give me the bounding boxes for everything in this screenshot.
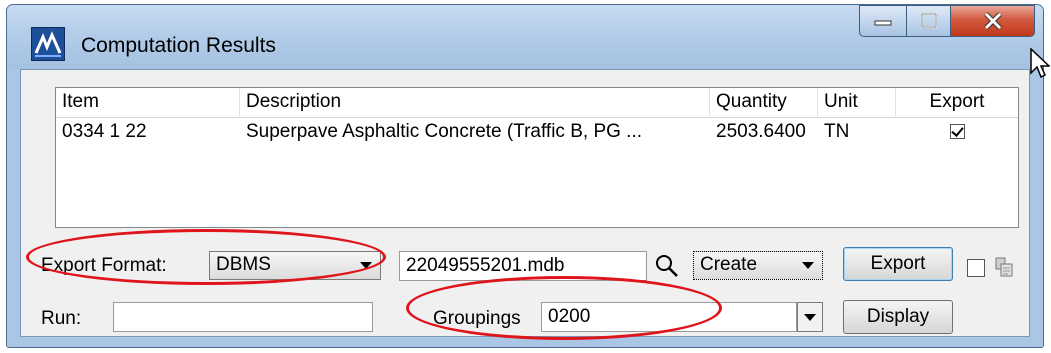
tool-icon[interactable]: [993, 256, 1017, 280]
close-button[interactable]: [951, 5, 1035, 37]
cell-export: [896, 118, 1018, 146]
groupings-dropdown-button[interactable]: [797, 302, 823, 332]
run-label: Run:: [41, 308, 82, 329]
search-icon[interactable]: [654, 253, 682, 281]
minimize-button[interactable]: [859, 5, 907, 37]
display-button[interactable]: Display: [843, 300, 953, 334]
window-controls: [859, 5, 1035, 39]
cell-quantity: 2503.6400: [716, 121, 806, 142]
list-header: Item Description Quantity Unit Export: [56, 88, 1018, 118]
run-input[interactable]: [113, 302, 373, 332]
cell-item: 0334 1 22: [62, 121, 147, 142]
export-format-dropdown[interactable]: DBMS: [209, 251, 381, 280]
export-file-input[interactable]: 22049555201.mdb: [399, 251, 647, 281]
title-bar[interactable]: Computation Results: [7, 5, 1043, 69]
groupings-input[interactable]: 0200: [541, 302, 797, 332]
cell-description: Superpave Asphaltic Concrete (Traffic B,…: [246, 121, 643, 142]
export-format-value: DBMS: [216, 254, 271, 275]
column-unit[interactable]: Unit: [818, 88, 896, 116]
maximize-button[interactable]: [907, 5, 951, 37]
export-checkbox[interactable]: [949, 124, 965, 140]
chevron-down-icon: [360, 262, 372, 269]
groupings-label: Groupings: [433, 308, 521, 329]
dialog-client-area: Item Description Quantity Unit Export 03…: [20, 69, 1030, 337]
minimize-icon: [874, 20, 892, 26]
chevron-down-icon: [804, 314, 816, 321]
column-quantity[interactable]: Quantity: [710, 88, 818, 116]
column-item[interactable]: Item: [56, 88, 240, 116]
close-icon: [983, 12, 1002, 30]
export-button[interactable]: Export: [843, 247, 953, 281]
export-mode-dropdown[interactable]: Create: [693, 251, 823, 280]
column-description[interactable]: Description: [240, 88, 710, 116]
table-row[interactable]: 0334 1 22 Superpave Asphaltic Concrete (…: [56, 118, 1018, 146]
window-title: Computation Results: [81, 34, 276, 57]
app-logo-icon: [31, 27, 65, 61]
maximize-icon: [920, 13, 937, 28]
mouse-cursor-icon: [1030, 47, 1051, 82]
computation-results-window: Computation Results Item Description Qua…: [6, 4, 1044, 348]
export-option-checkbox[interactable]: [967, 259, 985, 277]
export-format-label: Export Format:: [41, 255, 167, 276]
chevron-down-icon: [802, 262, 814, 269]
export-mode-value: Create: [700, 254, 758, 275]
column-export[interactable]: Export: [896, 88, 1018, 116]
cell-unit: TN: [824, 121, 850, 142]
results-list[interactable]: Item Description Quantity Unit Export 03…: [55, 87, 1019, 228]
